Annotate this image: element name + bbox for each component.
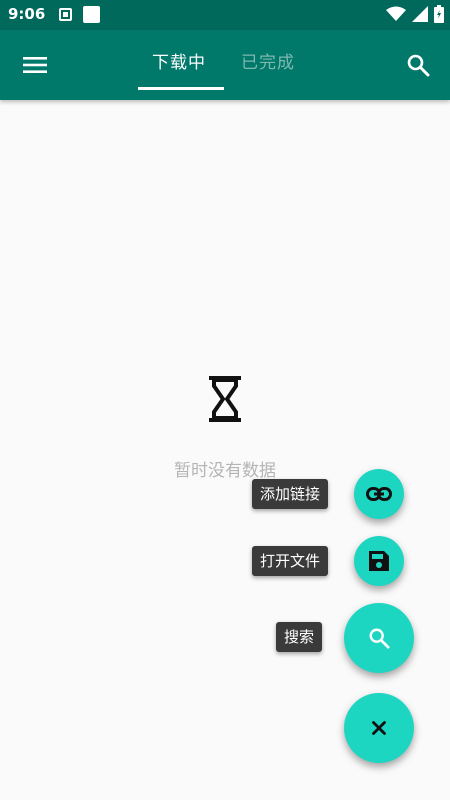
menu-icon: [23, 57, 47, 73]
notification-b-icon: [83, 6, 100, 23]
status-bar: 9:06: [0, 0, 450, 30]
status-time: 9:06: [8, 5, 46, 23]
battery-icon: [434, 5, 444, 23]
signal-icon: [412, 6, 428, 22]
open-file-button[interactable]: [354, 536, 404, 586]
tab-downloading[interactable]: 下载中: [152, 48, 206, 73]
app-bar: 下载中 已完成: [0, 30, 450, 100]
link-icon: [366, 487, 392, 501]
close-icon: [372, 721, 386, 735]
save-icon: [369, 551, 389, 571]
search-icon: [369, 628, 390, 649]
open-file-label[interactable]: 打开文件: [252, 546, 329, 576]
menu-button[interactable]: [18, 49, 52, 81]
notification-a-icon: [59, 8, 72, 21]
add-link-button[interactable]: [354, 469, 404, 519]
search-button[interactable]: [400, 47, 436, 83]
search-icon: [407, 54, 430, 77]
hourglass-icon: [209, 376, 241, 422]
search-action-button[interactable]: [344, 603, 414, 673]
speed-dial-toggle-button[interactable]: [344, 693, 414, 763]
wifi-icon: [386, 6, 406, 21]
search-action-label[interactable]: 搜索: [276, 622, 323, 652]
status-right-icons: [386, 5, 444, 23]
tab-completed[interactable]: 已完成: [241, 48, 295, 73]
add-link-label[interactable]: 添加链接: [252, 479, 329, 509]
tab-indicator: [138, 87, 224, 90]
